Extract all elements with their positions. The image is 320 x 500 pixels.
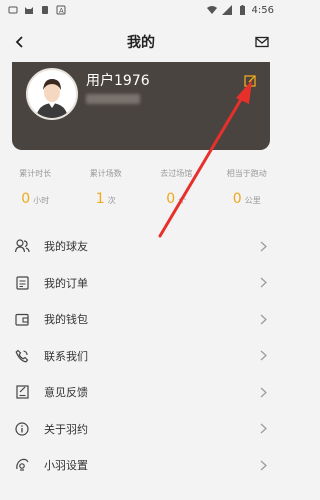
stat-label: 相当于跑动 bbox=[226, 169, 267, 178]
menu-label: 联系我们 bbox=[44, 349, 88, 363]
chevron-right-icon bbox=[258, 240, 268, 252]
edit-profile-button[interactable] bbox=[242, 72, 258, 88]
feedback-icon bbox=[14, 384, 30, 400]
notification-icon bbox=[8, 6, 18, 14]
battery-icon bbox=[239, 5, 245, 15]
menu-list: 我的球友 我的订单 我的钱包 联系我们 意见反馈 关于羽约 小羽设置 bbox=[0, 228, 282, 484]
nav-bar: 我的 bbox=[0, 22, 282, 62]
stat-unit: 次 bbox=[107, 196, 116, 205]
stat-total-sessions: 累计场数 1次 bbox=[71, 168, 142, 212]
stat-label: 累计时长 bbox=[19, 169, 52, 178]
chevron-right-icon bbox=[258, 277, 268, 289]
sim-icon bbox=[42, 6, 48, 14]
stat-label: 累计场数 bbox=[89, 169, 122, 178]
stat-value: 1 bbox=[95, 191, 105, 207]
wifi-icon bbox=[206, 6, 217, 14]
back-arrow-icon bbox=[15, 36, 23, 48]
signal-icon bbox=[221, 5, 232, 15]
avatar[interactable] bbox=[26, 68, 78, 120]
order-icon bbox=[14, 275, 30, 291]
menu-label: 小羽设置 bbox=[44, 459, 88, 473]
svg-text:A: A bbox=[59, 8, 64, 15]
chevron-right-icon bbox=[258, 386, 268, 398]
stats-row: 累计时长 0 小时 累计场数 1次 去过场馆 0个 相当于跑动 0 公里 bbox=[0, 168, 282, 212]
phone-icon bbox=[14, 348, 30, 364]
friends-icon bbox=[14, 238, 30, 254]
stat-running-equivalent: 相当于跑动 0 公里 bbox=[212, 168, 283, 212]
chevron-right-icon bbox=[258, 459, 268, 471]
menu-label: 意见反馈 bbox=[44, 386, 88, 400]
user-avatar-icon bbox=[36, 79, 68, 118]
profile-card[interactable]: 用户1976 bbox=[12, 62, 270, 150]
menu-item-contact[interactable]: 联系我们 bbox=[0, 338, 282, 375]
stat-venues-visited: 去过场馆 0个 bbox=[141, 168, 212, 212]
mail-icon bbox=[255, 36, 269, 48]
page-title: 我的 bbox=[127, 35, 155, 51]
stat-value: 0 bbox=[232, 191, 242, 207]
menu-item-feedback[interactable]: 意见反馈 bbox=[0, 374, 282, 411]
stat-total-hours: 累计时长 0 小时 bbox=[0, 168, 71, 212]
settings-icon bbox=[14, 457, 30, 473]
back-button[interactable] bbox=[8, 30, 32, 54]
stat-unit: 公里 bbox=[244, 196, 261, 205]
menu-item-wallet[interactable]: 我的钱包 bbox=[0, 301, 282, 338]
wallet-icon bbox=[14, 311, 30, 327]
status-time: 4:56 bbox=[251, 4, 274, 16]
chevron-right-icon bbox=[258, 313, 268, 325]
stat-label: 去过场馆 bbox=[160, 169, 193, 178]
menu-label: 关于羽约 bbox=[44, 422, 88, 436]
stat-value: 0 bbox=[166, 191, 176, 207]
stat-unit: 个 bbox=[178, 196, 187, 205]
info-icon bbox=[14, 421, 30, 437]
menu-label: 我的订单 bbox=[44, 276, 88, 290]
stat-unit: 小时 bbox=[33, 196, 50, 205]
cat-icon bbox=[25, 7, 33, 14]
status-bar: A 4:56 bbox=[0, 0, 282, 20]
stat-value: 0 bbox=[21, 191, 31, 207]
menu-label: 我的钱包 bbox=[44, 313, 88, 327]
user-id-redacted bbox=[86, 94, 140, 104]
message-button[interactable] bbox=[250, 30, 274, 54]
app-a-icon: A bbox=[56, 5, 66, 15]
edit-icon bbox=[243, 74, 256, 87]
menu-item-orders[interactable]: 我的订单 bbox=[0, 265, 282, 302]
chevron-right-icon bbox=[258, 423, 268, 435]
menu-item-about[interactable]: 关于羽约 bbox=[0, 411, 282, 448]
menu-label: 我的球友 bbox=[44, 240, 88, 254]
chevron-right-icon bbox=[258, 350, 268, 362]
menu-item-settings[interactable]: 小羽设置 bbox=[0, 447, 282, 484]
menu-item-friends[interactable]: 我的球友 bbox=[0, 228, 282, 265]
username: 用户1976 bbox=[86, 73, 150, 89]
